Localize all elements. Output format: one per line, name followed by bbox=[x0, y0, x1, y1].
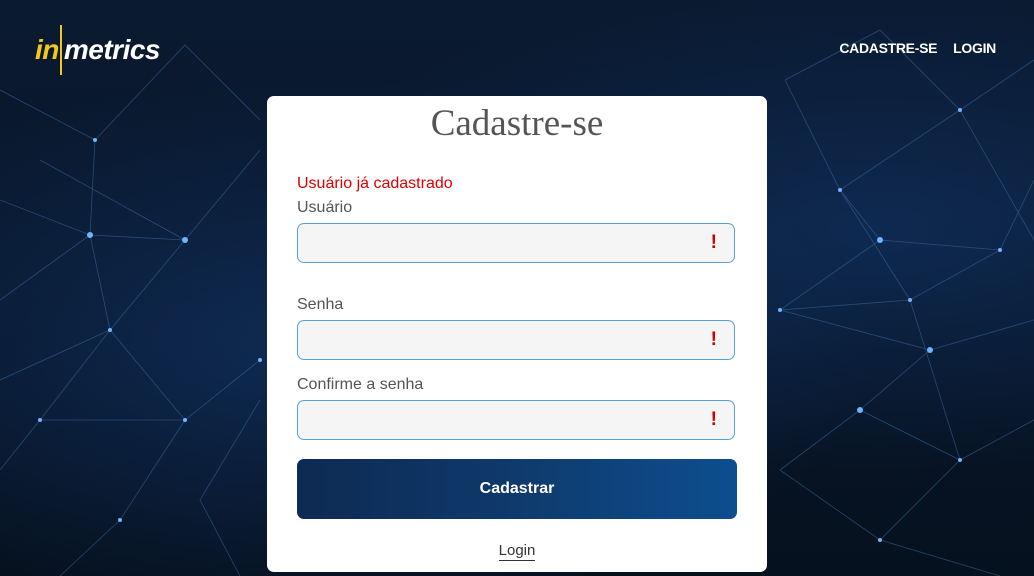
confirm-password-warning-icon: ! bbox=[710, 409, 717, 430]
password-warning-icon: ! bbox=[710, 329, 717, 350]
error-message: Usuário já cadastrado bbox=[297, 175, 453, 192]
cadastrar-button[interactable]: Cadastrar bbox=[297, 459, 737, 519]
confirm-password-label: Confirme a senha bbox=[297, 376, 424, 393]
password-field-wrapper: ! bbox=[297, 320, 735, 360]
logo-text-metrics: metrics bbox=[63, 34, 161, 65]
inmetrics-logo[interactable]: in metrics bbox=[35, 24, 161, 76]
username-input[interactable] bbox=[298, 224, 712, 262]
page-title: Cadastre-se bbox=[430, 103, 604, 144]
logo-text-in: in bbox=[35, 34, 59, 65]
register-card: Cadastre-se Usuário já cadastrado Usuári… bbox=[267, 96, 767, 572]
username-field-wrapper: ! bbox=[297, 223, 735, 263]
username-label: Usuário bbox=[297, 199, 353, 216]
login-link[interactable]: Login bbox=[498, 542, 536, 561]
confirm-password-input[interactable] bbox=[298, 401, 712, 439]
login-link-container: Login bbox=[267, 542, 767, 561]
nav-login-link[interactable]: LOGIN bbox=[953, 40, 996, 56]
username-warning-icon: ! bbox=[710, 232, 717, 253]
top-nav: CADASTRE-SE LOGIN bbox=[839, 40, 996, 56]
nav-cadastre-se-link[interactable]: CADASTRE-SE bbox=[839, 40, 937, 56]
password-label: Senha bbox=[297, 296, 344, 313]
logo-divider bbox=[59, 25, 62, 75]
password-input[interactable] bbox=[298, 321, 712, 359]
confirm-password-field-wrapper: ! bbox=[297, 400, 735, 440]
